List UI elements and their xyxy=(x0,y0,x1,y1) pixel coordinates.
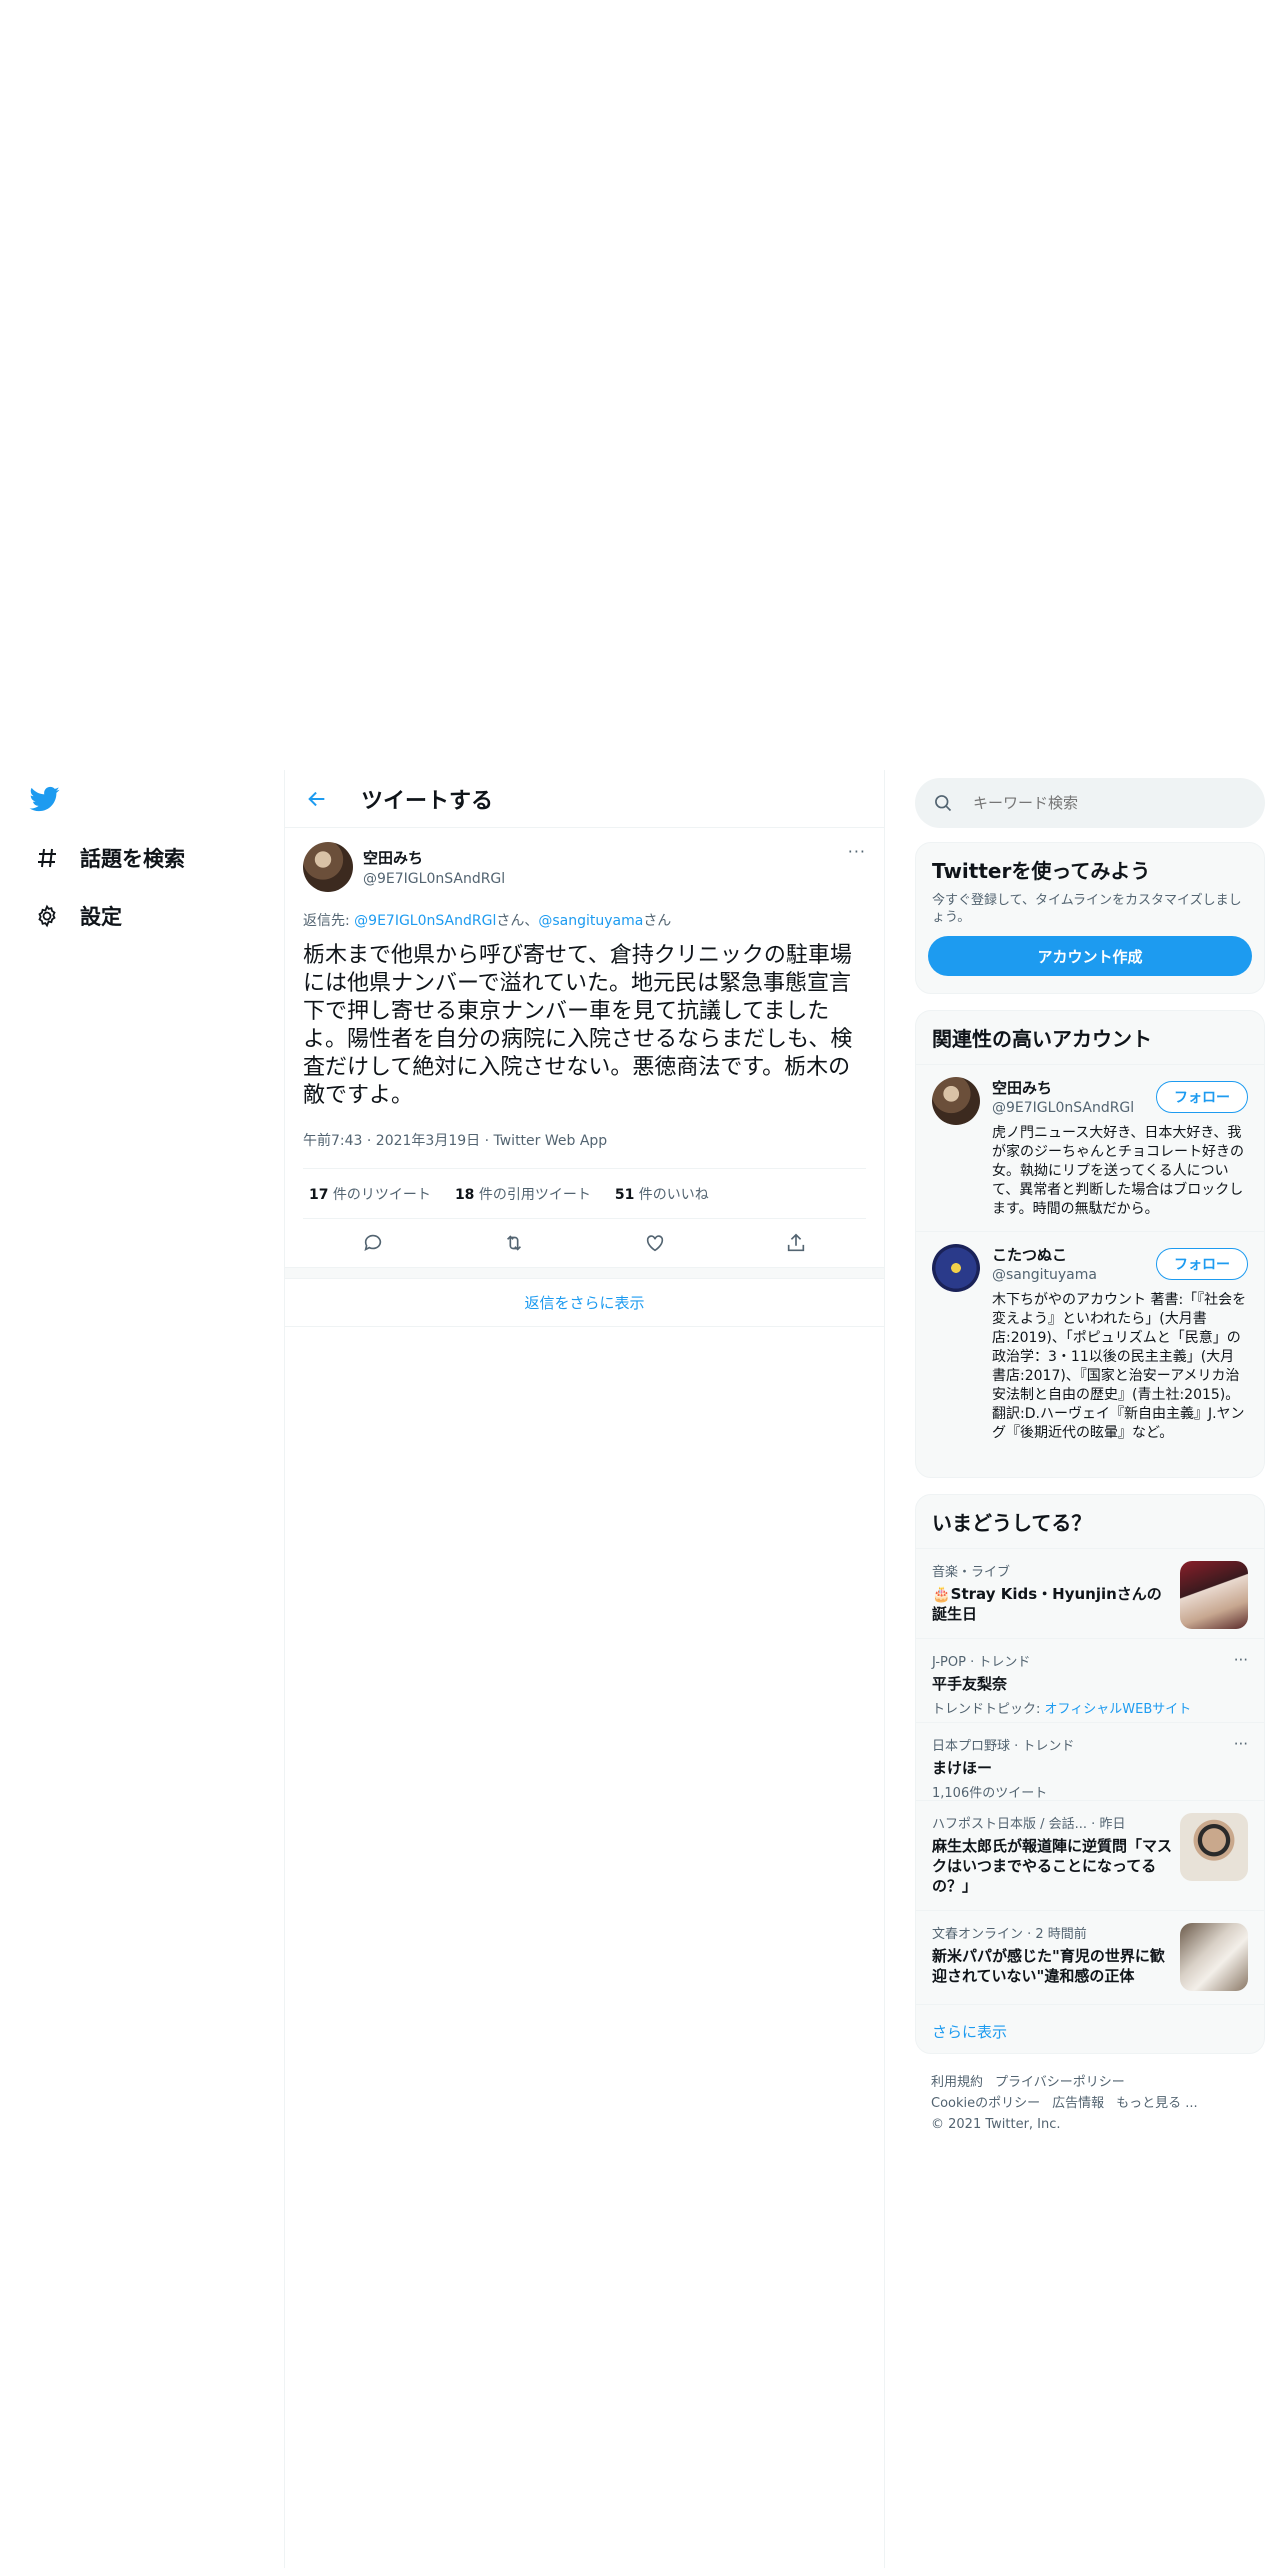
reply-suffix: さん xyxy=(643,913,672,929)
trends-title: いまどうしてる？ xyxy=(932,1511,1092,1535)
footer: 利用規約 プライバシーポリシー Cookieのポリシー 広告情報 もっと見る ... … xyxy=(931,2072,1210,2135)
tweet-text: 栃木まで他県から呼び寄せて、倉持クリニックの駐車場には他県ナンバーで溢れていた。… xyxy=(303,943,853,1108)
likes-label: 件のいいね xyxy=(634,1186,709,1203)
footer-more-link[interactable]: もっと見る ... xyxy=(1116,2096,1198,2111)
follow-button[interactable]: フォロー xyxy=(1156,1081,1248,1113)
tweet: 空田みち @9E7IGL0nSAndRGl ··· 返信先: @9E7IGL0n… xyxy=(285,828,884,1267)
signup-subtitle: 今すぐ登録して、タイムラインをカスタマイズしましょう。 xyxy=(932,893,1242,925)
like-icon[interactable] xyxy=(641,1229,669,1257)
trend-category: 日本プロ野球 · トレンド xyxy=(932,1739,1075,1754)
author-name[interactable]: 空田みち xyxy=(363,847,505,868)
likes-stat[interactable]: 51 件のいいね xyxy=(615,1184,709,1204)
trend-thumbnail xyxy=(1180,1923,1248,1991)
nav-explore-label: 話題を検索 xyxy=(80,847,185,871)
signup-title: Twitterを使ってみよう xyxy=(932,859,1151,883)
footer-privacy-link[interactable]: プライバシーポリシー xyxy=(995,2075,1125,2090)
related-accounts-card: 関連性の高いアカウント 空田みち @9E7IGL0nSAndRGl 虎ノ門ニュー… xyxy=(915,1010,1265,1478)
trend-subtopic-link[interactable]: オフィシャルWEBサイト xyxy=(1045,1702,1192,1717)
nav-settings-label: 設定 xyxy=(80,905,122,929)
trend-tweet-count: 1,106件のツイート xyxy=(932,1786,1048,1801)
account-bio: 木下ちがやのアカウント 著書:「『社会を変えよう』といわれたら」(大月書店:20… xyxy=(992,1292,1247,1441)
trend-item[interactable]: 音楽・ライブ 🎂Stray Kids・Hyunjinさんの誕生日 xyxy=(916,1548,1264,1638)
quotes-count: 18 xyxy=(454,1186,475,1203)
back-arrow-icon[interactable] xyxy=(303,785,331,813)
trend-title: 新米パパが感じた"育児の世界に歓迎されていない"違和感の正体 xyxy=(932,1947,1165,1985)
trend-thumbnail xyxy=(1180,1561,1248,1629)
create-account-button[interactable]: アカウント作成 xyxy=(928,936,1252,976)
reply-suffix: さん、 xyxy=(496,913,539,929)
trend-item[interactable]: J-POP · トレンド 平手友梨奈 トレンドトピック: オフィシャルWEBサイ… xyxy=(916,1638,1264,1722)
twitter-logo-icon[interactable] xyxy=(28,784,64,816)
trend-thumbnail xyxy=(1180,1813,1248,1881)
trend-category: 文春オンライン · 2 時間前 xyxy=(932,1927,1087,1942)
gear-icon xyxy=(34,903,60,929)
footer-copyright: © 2021 Twitter, Inc. xyxy=(931,2117,1061,2132)
avatar[interactable] xyxy=(932,1244,980,1292)
trend-title: まけほー xyxy=(932,1759,993,1777)
trend-subtopic: トレンドトピック: オフィシャルWEBサイト xyxy=(932,1698,1248,1717)
account-item[interactable]: 空田みち @9E7IGL0nSAndRGl 虎ノ門ニュース大好き、日本大好き、我… xyxy=(916,1064,1264,1231)
reply-to: 返信先: @9E7IGL0nSAndRGlさん、@sangituyamaさん xyxy=(303,910,866,930)
likes-count: 51 xyxy=(614,1186,635,1203)
retweets-label: 件のリツイート xyxy=(328,1186,431,1203)
reply-user-link[interactable]: @9E7IGL0nSAndRGl xyxy=(354,913,496,929)
reply-prefix: 返信先: xyxy=(303,913,355,929)
retweets-count: 17 xyxy=(309,1186,329,1203)
page-header: ツイートする xyxy=(285,770,884,828)
nav-explore[interactable]: 話題を検索 xyxy=(34,838,185,878)
trend-category: 音楽・ライブ xyxy=(932,1565,1011,1580)
trend-item[interactable]: 日本プロ野球 · トレンド まけほー 1,106件のツイート ··· xyxy=(916,1722,1264,1801)
tweet-author[interactable]: 空田みち @9E7IGL0nSAndRGl xyxy=(303,828,866,896)
account-bio: 虎ノ門ニュース大好き、日本大好き、我が家のジーちゃんとチョコレート好きの女。執拗… xyxy=(992,1125,1244,1217)
show-more-trends-link[interactable]: さらに表示 xyxy=(932,2021,1248,2042)
search-input[interactable] xyxy=(973,794,1233,812)
retweets-stat[interactable]: 17 件のリツイート xyxy=(309,1184,431,1204)
signup-card: Twitterを使ってみよう 今すぐ登録して、タイムラインをカスタマイズしましょ… xyxy=(915,842,1265,994)
tweet-stats: 17 件のリツイート 18 件の引用ツイート 51 件のいいね xyxy=(303,1169,866,1219)
tweet-timestamp[interactable]: 午前7:43 · 2021年3月19日 · Twitter Web App xyxy=(303,1130,866,1169)
reply-user-link[interactable]: @sangituyama xyxy=(538,913,643,929)
avatar[interactable] xyxy=(303,842,353,892)
tweet-actions xyxy=(303,1219,866,1267)
trend-category: J-POP · トレンド xyxy=(932,1655,1031,1670)
search-icon xyxy=(933,793,953,813)
more-options-icon[interactable]: ··· xyxy=(848,842,866,861)
footer-terms-link[interactable]: 利用規約 xyxy=(931,2075,983,2090)
quotes-stat[interactable]: 18 件の引用ツイート xyxy=(455,1184,591,1204)
footer-ads-link[interactable]: 広告情報 xyxy=(1052,2096,1104,2111)
more-options-icon[interactable]: ··· xyxy=(1234,1735,1248,1753)
trend-category: ハフポスト日本版 / 会話... · 昨日 xyxy=(932,1817,1126,1832)
share-icon[interactable] xyxy=(782,1229,810,1257)
avatar[interactable] xyxy=(932,1077,980,1125)
follow-button[interactable]: フォロー xyxy=(1156,1248,1248,1280)
main-column: ツイートする 空田みち @9E7IGL0nSAndRGl ··· 返信先: @9… xyxy=(284,770,885,2568)
show-more-trends[interactable]: さらに表示 xyxy=(916,2004,1264,2056)
trend-title: 平手友梨奈 xyxy=(932,1675,1008,1693)
nav-settings[interactable]: 設定 xyxy=(34,896,122,936)
page-title: ツイートする xyxy=(361,788,494,814)
trends-card: いまどうしてる？ 音楽・ライブ 🎂Stray Kids・Hyunjinさんの誕生… xyxy=(915,1494,1265,2054)
trend-subtopic-prefix: トレンドトピック: xyxy=(932,1702,1045,1717)
quotes-label: 件の引用ツイート xyxy=(474,1186,591,1203)
search-bar[interactable] xyxy=(915,778,1265,828)
more-options-icon[interactable]: ··· xyxy=(1234,1651,1248,1669)
divider xyxy=(285,1267,884,1279)
footer-cookies-link[interactable]: Cookieのポリシー xyxy=(931,2096,1040,2111)
author-handle[interactable]: @9E7IGL0nSAndRGl xyxy=(363,871,505,887)
retweet-icon[interactable] xyxy=(500,1229,528,1257)
account-item[interactable]: こたつぬこ @sangituyama 木下ちがやのアカウント 著書:「『社会を変… xyxy=(916,1231,1264,1455)
trend-item[interactable]: ハフポスト日本版 / 会話... · 昨日 麻生太郎氏が報道陣に逆質問「マスクは… xyxy=(916,1800,1264,1910)
show-more-replies-link[interactable]: 返信をさらに表示 xyxy=(285,1279,884,1327)
related-title: 関連性の高いアカウント xyxy=(932,1027,1152,1051)
trend-title: 🎂Stray Kids・Hyunjinさんの誕生日 xyxy=(932,1585,1162,1623)
hashtag-icon xyxy=(34,845,60,871)
trend-title: 麻生太郎氏が報道陣に逆質問「マスクはいつまでやることになってるの？」 xyxy=(932,1837,1173,1895)
reply-icon[interactable] xyxy=(359,1229,387,1257)
trend-item[interactable]: 文春オンライン · 2 時間前 新米パパが感じた"育児の世界に歓迎されていない"… xyxy=(916,1910,1264,2004)
